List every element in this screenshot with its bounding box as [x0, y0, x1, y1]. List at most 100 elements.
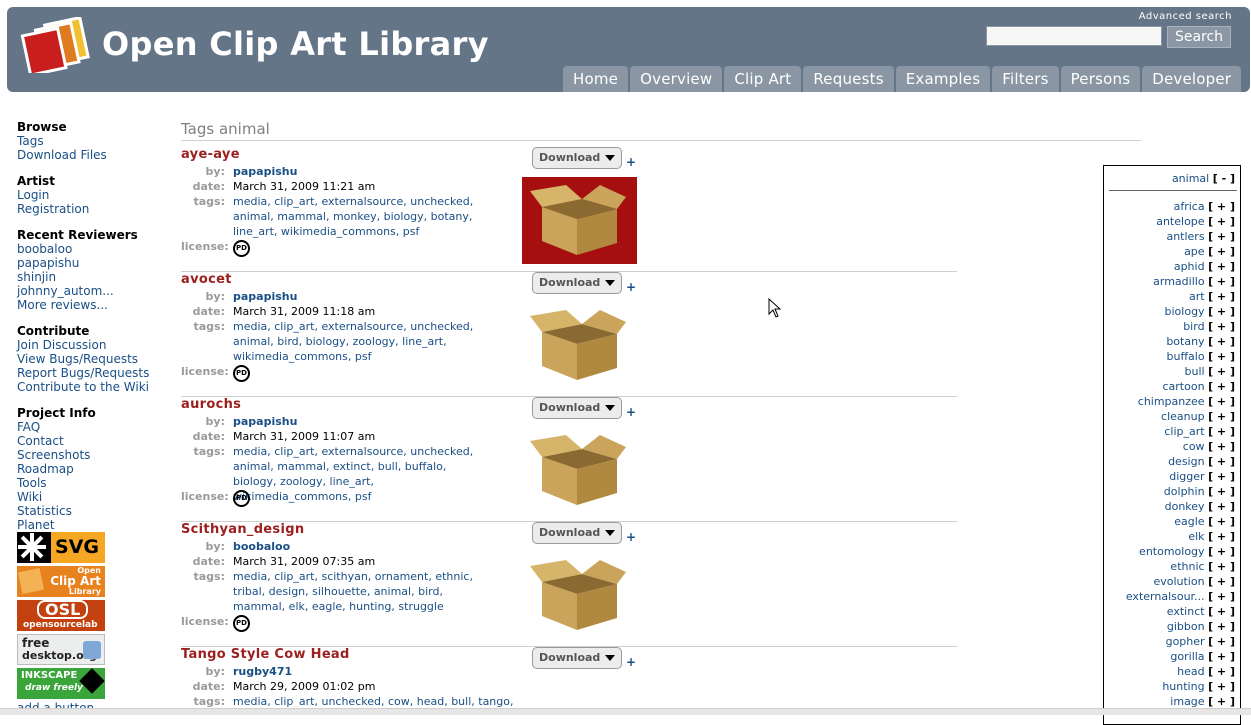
sidebar-link-reviewer[interactable]: shinjin	[17, 270, 157, 284]
sidebar-link-join-discussion[interactable]: Join Discussion	[17, 338, 157, 352]
add-tag-button[interactable]: [ + ]	[1208, 545, 1235, 558]
tag-list[interactable]: media, clip_art, externalsource, uncheck…	[233, 194, 493, 239]
sidebar-link-roadmap[interactable]: Roadmap	[17, 462, 157, 476]
add-tag-button[interactable]: [ + ]	[1208, 365, 1235, 378]
add-tag-button[interactable]: [ + ]	[1208, 590, 1235, 603]
sidebar-link-tools[interactable]: Tools	[17, 476, 157, 490]
tag-link[interactable]: antelope	[1156, 215, 1204, 228]
add-tag-button[interactable]: [ + ]	[1208, 440, 1235, 453]
add-tag-button[interactable]: [ + ]	[1208, 395, 1235, 408]
ocal-badge[interactable]: Open Clip Art Library	[17, 566, 105, 597]
tag-list[interactable]: media, clip_art, externalsource, uncheck…	[233, 319, 493, 364]
add-tag-button[interactable]: [ + ]	[1208, 620, 1235, 633]
clipart-title[interactable]: Scithyan_design	[181, 522, 304, 537]
add-tag-button[interactable]: [ + ]	[1208, 245, 1235, 258]
clipart-thumbnail[interactable]	[522, 302, 637, 389]
sidebar-link-reviewer[interactable]: boobaloo	[17, 242, 157, 256]
remove-tag-button[interactable]: [ - ]	[1213, 172, 1235, 185]
tag-link[interactable]: ethnic	[1170, 560, 1204, 573]
sidebar-link-contribute-wiki[interactable]: Contribute to the Wiki	[17, 380, 157, 394]
tag-link[interactable]: gorilla	[1170, 650, 1204, 663]
sidebar-link-registration[interactable]: Registration	[17, 202, 157, 216]
tag-link[interactable]: bull	[1184, 365, 1204, 378]
add-tag-button[interactable]: [ + ]	[1208, 305, 1235, 318]
nav-tab-filters[interactable]: Filters	[992, 66, 1059, 92]
tag-list[interactable]: media, clip_art, scithyan, ornament, eth…	[233, 569, 493, 614]
add-tag-button[interactable]: [ + ]	[1208, 380, 1235, 393]
clipart-thumbnail[interactable]	[522, 552, 637, 639]
add-tag-button[interactable]: [ + ]	[1208, 500, 1235, 513]
sidebar-link-report-bugs[interactable]: Report Bugs/Requests	[17, 366, 157, 380]
download-button[interactable]: Download	[532, 147, 622, 169]
add-tag-button[interactable]: [ + ]	[1208, 605, 1235, 618]
add-tag-button[interactable]: [ + ]	[1208, 200, 1235, 213]
tag-link[interactable]: bird	[1183, 320, 1204, 333]
tag-list[interactable]: media, clip_art, externalsource, uncheck…	[233, 444, 493, 504]
public-domain-icon[interactable]: PD	[233, 615, 250, 632]
tag-link[interactable]: externalsour...	[1126, 590, 1205, 603]
freedesktop-badge[interactable]: free desktop.org	[17, 634, 105, 665]
sidebar-link-tags[interactable]: Tags	[17, 134, 157, 148]
tag-link[interactable]: design	[1168, 455, 1205, 468]
clipart-title[interactable]: aurochs	[181, 397, 241, 412]
tag-link[interactable]: digger	[1169, 470, 1204, 483]
current-tag-name[interactable]: animal	[1172, 172, 1209, 185]
tag-link[interactable]: art	[1189, 290, 1205, 303]
sidebar-link-more-reviews[interactable]: More reviews...	[17, 298, 157, 312]
add-tag-button[interactable]: [ + ]	[1208, 680, 1235, 693]
tag-link[interactable]: armadillo	[1153, 275, 1204, 288]
add-tag-button[interactable]: [ + ]	[1208, 485, 1235, 498]
author-link[interactable]: papapishu	[233, 164, 297, 179]
nav-tab-developer[interactable]: Developer	[1142, 66, 1242, 92]
add-to-collection-button[interactable]: +	[626, 530, 636, 544]
tag-link[interactable]: buffalo	[1167, 350, 1205, 363]
tag-link[interactable]: cleanup	[1161, 410, 1205, 423]
tag-link[interactable]: antlers	[1166, 230, 1204, 243]
nav-tab-clip-art[interactable]: Clip Art	[724, 66, 802, 92]
sidebar-link-statistics[interactable]: Statistics	[17, 504, 157, 518]
public-domain-icon[interactable]: PD	[233, 490, 250, 507]
tag-link[interactable]: elk	[1188, 530, 1204, 543]
author-link[interactable]: rugby471	[233, 664, 292, 679]
sidebar-link-faq[interactable]: FAQ	[17, 420, 157, 434]
sidebar-link-contact[interactable]: Contact	[17, 434, 157, 448]
add-tag-button[interactable]: [ + ]	[1208, 665, 1235, 678]
public-domain-icon[interactable]: PD	[233, 240, 250, 257]
tag-link[interactable]: head	[1177, 665, 1204, 678]
author-link[interactable]: boobaloo	[233, 539, 290, 554]
tag-link[interactable]: botany	[1166, 335, 1204, 348]
tag-link[interactable]: gopher	[1166, 635, 1205, 648]
tag-link[interactable]: hunting	[1162, 680, 1204, 693]
tag-link[interactable]: clip_art	[1164, 425, 1204, 438]
tag-link[interactable]: aphid	[1174, 260, 1205, 273]
sidebar-link-screenshots[interactable]: Screenshots	[17, 448, 157, 462]
tag-link[interactable]: gibbon	[1167, 620, 1205, 633]
tag-link[interactable]: extinct	[1167, 605, 1205, 618]
add-tag-button[interactable]: [ + ]	[1208, 515, 1235, 528]
sidebar-link-reviewer[interactable]: papapishu	[17, 256, 157, 270]
advanced-search-link[interactable]: Advanced search	[1139, 11, 1232, 22]
nav-tab-persons[interactable]: Persons	[1060, 66, 1141, 92]
osl-badge[interactable]: OSL opensourcelab	[17, 600, 105, 631]
tag-link[interactable]: ape	[1184, 245, 1205, 258]
site-title[interactable]: Open Clip Art Library	[102, 25, 489, 63]
download-button[interactable]: Download	[532, 397, 622, 419]
tag-link[interactable]: biology	[1165, 305, 1205, 318]
add-tag-button[interactable]: [ + ]	[1208, 575, 1235, 588]
inkscape-badge[interactable]: INKSCAPE draw freely	[17, 668, 105, 699]
logo-icon[interactable]	[19, 17, 95, 73]
add-tag-button[interactable]: [ + ]	[1208, 350, 1235, 363]
tag-link[interactable]: donkey	[1165, 500, 1205, 513]
sidebar-link-planet[interactable]: Planet	[17, 518, 157, 532]
sidebar-link-reviewer[interactable]: johnny_autom...	[17, 284, 157, 298]
add-tag-button[interactable]: [ + ]	[1208, 695, 1235, 708]
add-tag-button[interactable]: [ + ]	[1208, 230, 1235, 243]
add-tag-button[interactable]: [ + ]	[1208, 260, 1235, 273]
sidebar-link-login[interactable]: Login	[17, 188, 157, 202]
nav-tab-home[interactable]: Home	[563, 66, 629, 92]
tag-link[interactable]: chimpanzee	[1138, 395, 1205, 408]
add-to-collection-button[interactable]: +	[626, 405, 636, 419]
add-to-collection-button[interactable]: +	[626, 155, 636, 169]
add-tag-button[interactable]: [ + ]	[1208, 215, 1235, 228]
author-link[interactable]: papapishu	[233, 289, 297, 304]
